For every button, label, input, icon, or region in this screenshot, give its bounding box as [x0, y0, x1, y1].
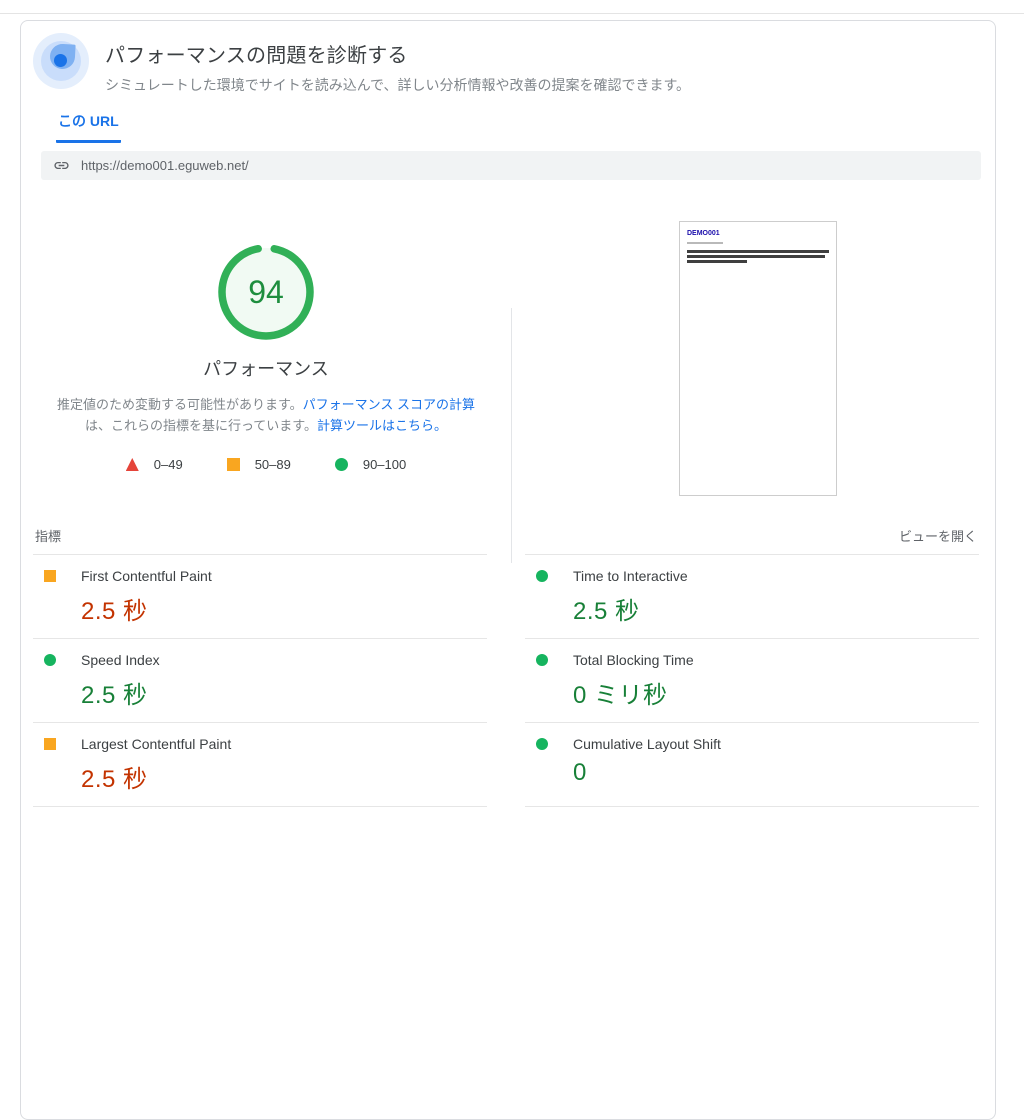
metric-status-icon	[536, 570, 548, 582]
metric-value: 2.5 秒	[81, 675, 487, 710]
legend-pass-range: 90–100	[363, 457, 406, 472]
metric-label: First Contentful Paint	[81, 568, 212, 584]
metric-label: Total Blocking Time	[573, 652, 694, 668]
metric-speed-index: Speed Index 2.5 秒	[33, 638, 487, 722]
metric-value: 2.5 秒	[573, 591, 979, 626]
thumbnail-paragraph	[687, 250, 829, 263]
pagespeed-gauge-icon	[33, 33, 89, 89]
average-square-icon	[227, 458, 240, 471]
tab-bar: この URL	[56, 111, 995, 143]
metric-value: 0	[573, 759, 979, 787]
metric-status-icon	[536, 654, 548, 666]
note-text-2: は、これらの指標を基に行っています。	[85, 418, 317, 433]
performance-label: パフォーマンス	[21, 355, 511, 381]
metric-status-icon	[536, 738, 548, 750]
metric-status-icon	[44, 570, 56, 582]
metric-total-blocking-time: Total Blocking Time 0 ミリ秒	[525, 638, 979, 722]
legend-fail: 0–49	[126, 457, 183, 472]
performance-score-value: 94	[216, 242, 316, 342]
metric-cumulative-layout-shift: Cumulative Layout Shift 0	[525, 722, 979, 807]
calc-tool-link[interactable]: 計算ツールはこちら。	[317, 418, 447, 433]
metrics-section: 指標 ビューを開く First Contentful Paint 2.5 秒 T…	[33, 526, 979, 807]
metric-value: 0 ミリ秒	[573, 675, 979, 710]
pass-circle-icon	[335, 458, 348, 471]
score-calc-link[interactable]: パフォーマンス スコアの計算	[303, 397, 475, 412]
metric-value: 2.5 秒	[81, 759, 487, 794]
performance-score-gauge: 94	[216, 242, 316, 342]
legend-fail-range: 0–49	[154, 457, 183, 472]
open-view-toggle[interactable]: ビューを開く	[899, 526, 977, 545]
score-explanation: 推定値のため変動する可能性があります。パフォーマンス スコアの計算は、これらの指…	[44, 394, 488, 436]
link-icon	[53, 157, 70, 174]
page-top-divider	[0, 13, 1024, 14]
metric-time-to-interactive: Time to Interactive 2.5 秒	[525, 554, 979, 638]
page-screenshot-thumbnail[interactable]: DEMO001	[679, 221, 837, 496]
metrics-title: 指標	[35, 526, 61, 545]
metric-label: Time to Interactive	[573, 568, 688, 584]
vertical-divider	[511, 308, 512, 563]
score-section: 94 パフォーマンス 推定値のため変動する可能性があります。パフォーマンス スコ…	[21, 180, 995, 518]
metric-label: Speed Index	[81, 652, 160, 668]
note-text-1: 推定値のため変動する可能性があります。	[57, 397, 303, 412]
legend-average: 50–89	[227, 457, 291, 472]
fail-triangle-icon	[126, 458, 139, 471]
thumbnail-subtext-line	[687, 242, 723, 244]
metric-first-contentful-paint: First Contentful Paint 2.5 秒	[33, 554, 487, 638]
tab-this-url[interactable]: この URL	[56, 111, 121, 143]
metric-status-icon	[44, 654, 56, 666]
page-title: パフォーマンスの問題を診断する	[105, 39, 690, 68]
legend-average-range: 50–89	[255, 457, 291, 472]
analyzed-url-bar: https://demo001.eguweb.net/	[41, 151, 981, 180]
thumbnail-site-heading: DEMO001	[687, 230, 829, 237]
page-subtitle: シミュレートした環境でサイトを読み込んで、詳しい分析情報や改善の提案を確認できま…	[105, 75, 690, 95]
analyzed-url: https://demo001.eguweb.net/	[81, 158, 249, 173]
metric-value: 2.5 秒	[81, 591, 487, 626]
diagnose-card: パフォーマンスの問題を診断する シミュレートした環境でサイトを読み込んで、詳しい…	[20, 20, 996, 1120]
metrics-grid: First Contentful Paint 2.5 秒 Time to Int…	[33, 554, 979, 807]
metric-largest-contentful-paint: Largest Contentful Paint 2.5 秒	[33, 722, 487, 807]
metric-label: Largest Contentful Paint	[81, 736, 231, 752]
metric-status-icon	[44, 738, 56, 750]
card-header: パフォーマンスの問題を診断する シミュレートした環境でサイトを読み込んで、詳しい…	[21, 21, 995, 95]
legend-pass: 90–100	[335, 457, 406, 472]
score-range-legend: 0–49 50–89 90–100	[21, 457, 511, 472]
metric-label: Cumulative Layout Shift	[573, 736, 721, 752]
